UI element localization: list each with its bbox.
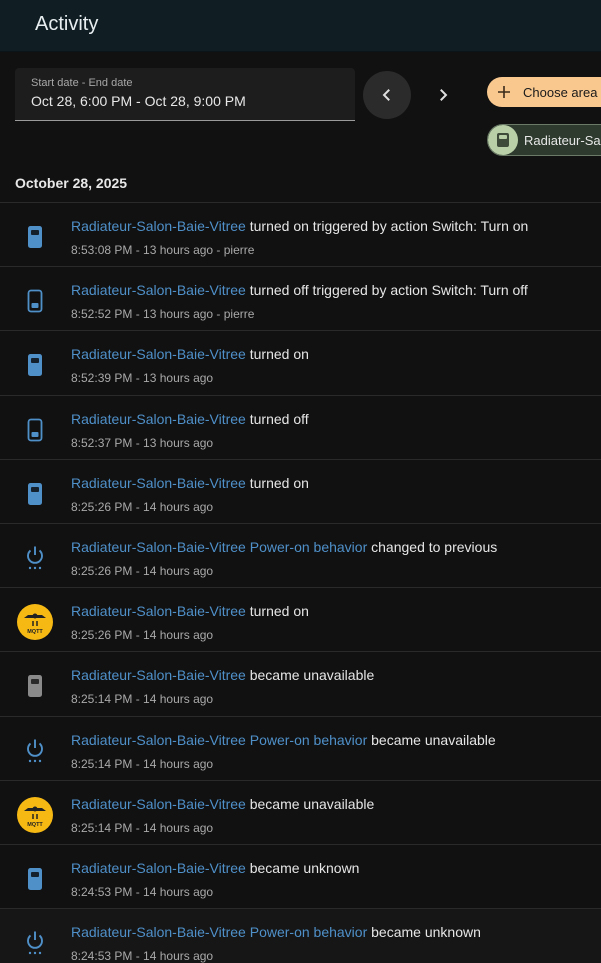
activity-timestamp: 8:52:37 PM - 13 hours ago: [71, 435, 214, 450]
entity-chip-label: Radiateur-Salon-Baie-Vitree: [524, 132, 601, 148]
activity-list: Radiateur-Salon-Baie-Vitree turned on tr…: [0, 202, 601, 963]
activity-timestamp: 8:52:52 PM - 13 hours ago - pierre: [71, 307, 255, 322]
activity-row: MQTT Radiateur-Salon-Baie-Vitree became u…: [0, 779, 601, 844]
activity-row: Radiateur-Salon-Baie-Vitree Power-on beh…: [0, 522, 601, 587]
entity-link[interactable]: Radiateur-Salon-Baie-Vitree: [71, 218, 246, 234]
switch-on-icon: [15, 217, 55, 257]
activity-row: Radiateur-Salon-Baie-Vitree turned on 8:5…: [0, 330, 601, 394]
activity-message: Radiateur-Salon-Baie-Vitree turned on: [71, 346, 309, 362]
activity-timestamp: 8:24:53 PM - 14 hours ago: [71, 884, 214, 899]
entity-link[interactable]: Radiateur-Salon-Baie-Vitree: [71, 346, 246, 362]
date-range-value: Oct 28, 6:00 PM - Oct 28, 9:00 PM: [31, 93, 246, 109]
date-range-picker[interactable]: Start date - End date Oct 28, 6:00 PM - …: [15, 68, 355, 121]
activity-text: turned on triggered by action Switch: Tu…: [245, 218, 529, 234]
next-period-button[interactable]: [419, 71, 467, 119]
page-title: Activity: [35, 13, 99, 35]
day-header: October 28, 2025: [15, 175, 128, 191]
activity-message: Radiateur-Salon-Baie-Vitree Power-on beh…: [71, 924, 481, 940]
activity-timestamp: 8:25:26 PM - 14 hours ago: [71, 628, 214, 643]
activity-text: turned on: [245, 603, 309, 620]
choose-area-button[interactable]: Choose area: [487, 77, 601, 107]
choose-area-label: Choose area: [523, 84, 598, 100]
activity-timestamp: 8:53:08 PM - 13 hours ago - pierre: [71, 243, 255, 257]
activity-text: became unknown: [367, 924, 481, 941]
activity-timestamp: 8:25:14 PM - 14 hours ago: [71, 692, 214, 707]
activity-timestamp: 8:25:14 PM - 14 hours ago: [71, 756, 214, 771]
date-range-label: Start date - End date: [31, 77, 133, 89]
activity-row: Radiateur-Salon-Baie-Vitree turned off t…: [0, 266, 601, 330]
activity-text: turned on: [245, 474, 309, 491]
entity-link[interactable]: Radiateur-Salon-Baie-Vitree: [71, 475, 246, 491]
switch-on-icon: [15, 859, 55, 899]
activity-timestamp: 8:52:39 PM - 13 hours ago: [71, 371, 214, 386]
activity-timestamp: 8:24:53 PM - 14 hours ago: [71, 949, 214, 963]
activity-row: MQTT Radiateur-Salon-Baie-Vitree turned o…: [0, 587, 601, 651]
activity-message: Radiateur-Salon-Baie-Vitree became unava…: [71, 667, 374, 683]
activity-message: Radiateur-Salon-Baie-Vitree turned off: [71, 411, 309, 427]
entity-link[interactable]: Radiateur-Salon-Baie-Vitree Power-on beh…: [71, 924, 367, 940]
switch-unavailable-icon: [15, 666, 55, 706]
activity-message: Radiateur-Salon-Baie-Vitree turned off t…: [71, 282, 528, 298]
switch-icon: [488, 125, 518, 155]
top-app-bar: Activity: [0, 0, 601, 52]
entity-link[interactable]: Radiateur-Salon-Baie-Vitree: [71, 282, 246, 298]
activity-text: changed to previous: [367, 538, 498, 555]
chevron-left-icon: [382, 89, 390, 101]
activity-text: became unknown: [245, 859, 360, 876]
activity-row: Radiateur-Salon-Baie-Vitree Power-on beh…: [0, 908, 601, 963]
power-settings-icon: [15, 538, 55, 578]
entity-link[interactable]: Radiateur-Salon-Baie-Vitree: [71, 667, 246, 683]
activity-text: became unavailable: [245, 667, 375, 684]
activity-text: turned off triggered by action Switch: T…: [245, 282, 528, 299]
entity-filter-chip[interactable]: Radiateur-Salon-Baie-Vitree: [487, 124, 601, 156]
activity-row: Radiateur-Salon-Baie-Vitree became unkno…: [0, 843, 601, 908]
activity-message: Radiateur-Salon-Baie-Vitree Power-on beh…: [71, 539, 497, 555]
entity-link[interactable]: Radiateur-Salon-Baie-Vitree: [71, 860, 246, 876]
activity-message: Radiateur-Salon-Baie-Vitree became unkno…: [71, 860, 359, 876]
activity-row: Radiateur-Salon-Baie-Vitree Power-on beh…: [0, 715, 601, 780]
activity-timestamp: 8:25:26 PM - 14 hours ago: [71, 563, 214, 578]
switch-on-icon: [15, 474, 55, 514]
activity-message: Radiateur-Salon-Baie-Vitree became unava…: [71, 796, 374, 812]
entity-link[interactable]: Radiateur-Salon-Baie-Vitree: [71, 411, 246, 427]
chevron-right-icon: [440, 89, 448, 101]
plus-icon: [489, 85, 519, 99]
activity-timestamp: 8:25:26 PM - 14 hours ago: [71, 499, 214, 514]
activity-text: became unavailable: [367, 731, 496, 748]
switch-off-icon: [15, 410, 55, 450]
activity-row: Radiateur-Salon-Baie-Vitree turned off 8:…: [0, 394, 601, 459]
activity-message: Radiateur-Salon-Baie-Vitree Power-on beh…: [71, 732, 496, 748]
previous-period-button[interactable]: [363, 71, 411, 119]
entity-link[interactable]: Radiateur-Salon-Baie-Vitree: [71, 603, 246, 619]
switch-on-icon: [15, 345, 55, 385]
mqtt-icon: MQTT: [15, 602, 55, 642]
entity-link[interactable]: Radiateur-Salon-Baie-Vitree: [71, 796, 246, 812]
mqtt-icon: MQTT: [15, 795, 55, 835]
entity-link[interactable]: Radiateur-Salon-Baie-Vitree Power-on beh…: [71, 539, 367, 555]
activity-message: Radiateur-Salon-Baie-Vitree turned on: [71, 603, 309, 619]
power-settings-icon: [15, 731, 55, 771]
activity-row: Radiateur-Salon-Baie-Vitree turned on 8:2…: [0, 458, 601, 523]
activity-message: Radiateur-Salon-Baie-Vitree turned on tr…: [71, 218, 528, 234]
svg-text:MQTT: MQTT: [27, 822, 43, 828]
switch-off-icon: [15, 281, 55, 321]
activity-timestamp: 8:25:14 PM - 14 hours ago: [71, 820, 214, 835]
activity-text: became unavailable: [245, 795, 375, 812]
power-settings-icon: [15, 923, 55, 963]
activity-row: Radiateur-Salon-Baie-Vitree became unava…: [0, 651, 601, 715]
entity-link[interactable]: Radiateur-Salon-Baie-Vitree Power-on beh…: [71, 732, 367, 748]
activity-text: turned on: [245, 346, 309, 363]
activity-message: Radiateur-Salon-Baie-Vitree turned on: [71, 475, 309, 491]
svg-text:MQTT: MQTT: [27, 629, 43, 635]
activity-text: turned off: [245, 410, 309, 427]
activity-row: Radiateur-Salon-Baie-Vitree turned on tr…: [0, 202, 601, 266]
